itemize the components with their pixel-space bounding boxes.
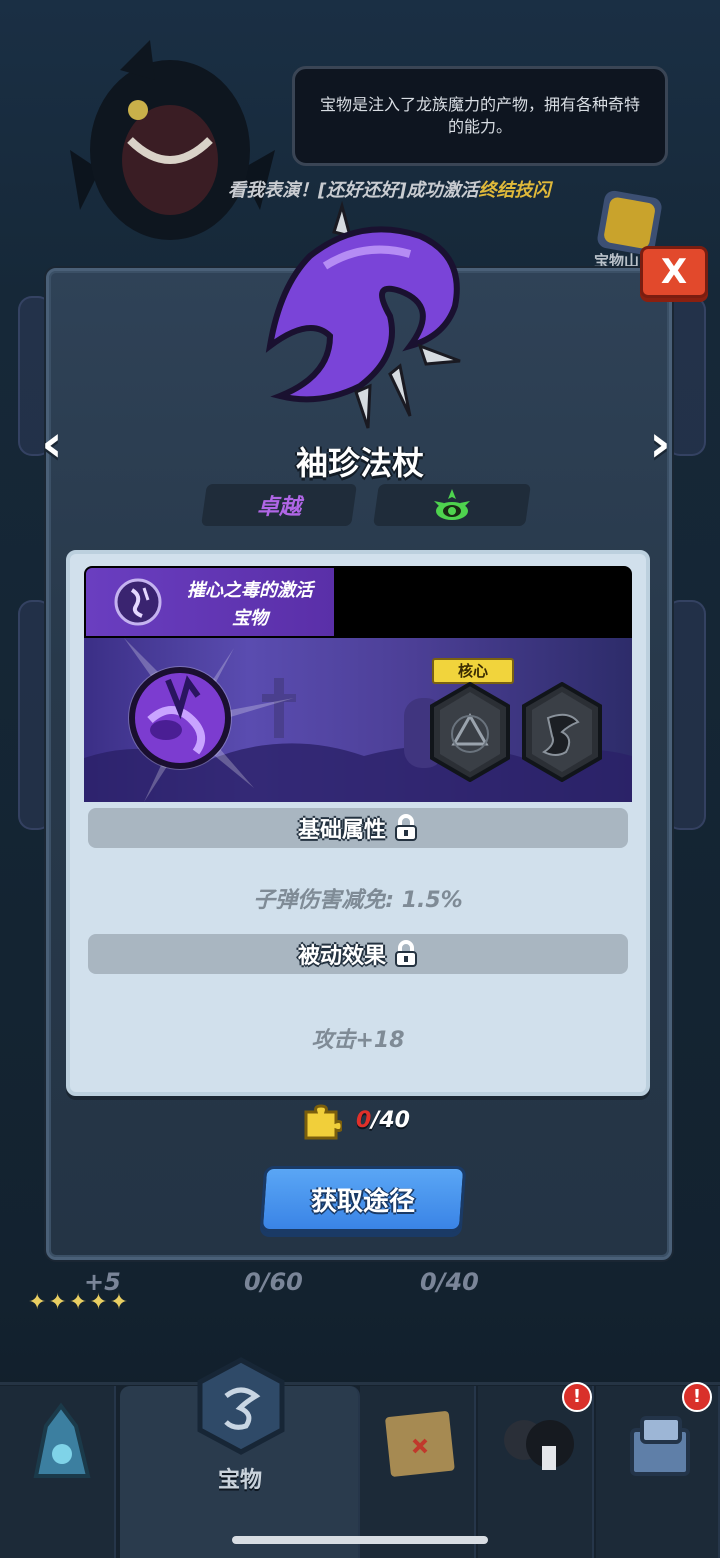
treasure-map-icon	[385, 1411, 455, 1477]
hero-icon	[504, 1420, 574, 1470]
background-monster-icon	[70, 40, 275, 240]
shop-notification-badge: !	[682, 1382, 712, 1412]
acquisition-route-label: 获取途径	[310, 1186, 415, 1217]
treasure-tab-icon	[197, 1357, 285, 1455]
base-attributes-title: 基础属性	[297, 818, 386, 843]
acquisition-route-button[interactable]: 获取途径	[259, 1166, 467, 1232]
rarity-tag: 卓越	[201, 484, 357, 526]
lock-icon	[395, 814, 417, 841]
background-count-2: 0/60	[244, 1268, 303, 1296]
poison-orb-icon	[128, 666, 232, 770]
hero-notification-badge: !	[562, 1382, 592, 1412]
type-tag	[373, 484, 531, 526]
close-button[interactable]: X	[640, 246, 708, 298]
home-indicator	[232, 1536, 488, 1544]
tab-treasure-label: 宝物	[217, 1468, 262, 1493]
crystal-icon	[33, 1402, 91, 1478]
item-name: 袖珍法杖	[295, 444, 424, 482]
set-name-line1: 摧心之毒的激活	[187, 580, 313, 601]
puzzle-piece-icon	[304, 1104, 342, 1140]
set-name-line2: 宝物	[232, 608, 268, 629]
passive-effect-title: 被动效果	[297, 944, 386, 969]
core-slot-rune-icon[interactable]	[430, 682, 510, 782]
fragment-total: /40	[371, 1108, 410, 1133]
pocket-staff-item-icon	[265, 200, 461, 429]
background-stars: ✦✦✦✦✦	[28, 1290, 131, 1315]
core-tag: 核心	[432, 658, 514, 684]
poison-set-icon	[114, 578, 162, 626]
marquee-highlight: 终结技闪	[478, 180, 551, 201]
passive-stat-text: 攻击+18	[311, 1028, 405, 1053]
base-attributes-bar: 基础属性	[88, 808, 628, 848]
rarity-label: 卓越	[256, 495, 301, 520]
fragment-current: 0	[356, 1108, 372, 1133]
passive-effect-bar: 被动效果	[88, 934, 628, 974]
background-card-right-2	[666, 600, 706, 830]
background-tooltip: 宝物是注入了龙族魔力的产物，拥有各种奇特的能力。	[292, 66, 668, 166]
poison-eye-icon	[434, 489, 470, 520]
base-stat-text: 子弹伤害减免: 1.5%	[253, 888, 463, 913]
shop-chest-icon	[630, 1416, 690, 1476]
lock-icon	[395, 940, 417, 967]
slot-staff-icon[interactable]	[522, 682, 602, 782]
fragment-count: 0/40	[356, 1108, 410, 1133]
background-count-3: 0/40	[420, 1268, 479, 1296]
